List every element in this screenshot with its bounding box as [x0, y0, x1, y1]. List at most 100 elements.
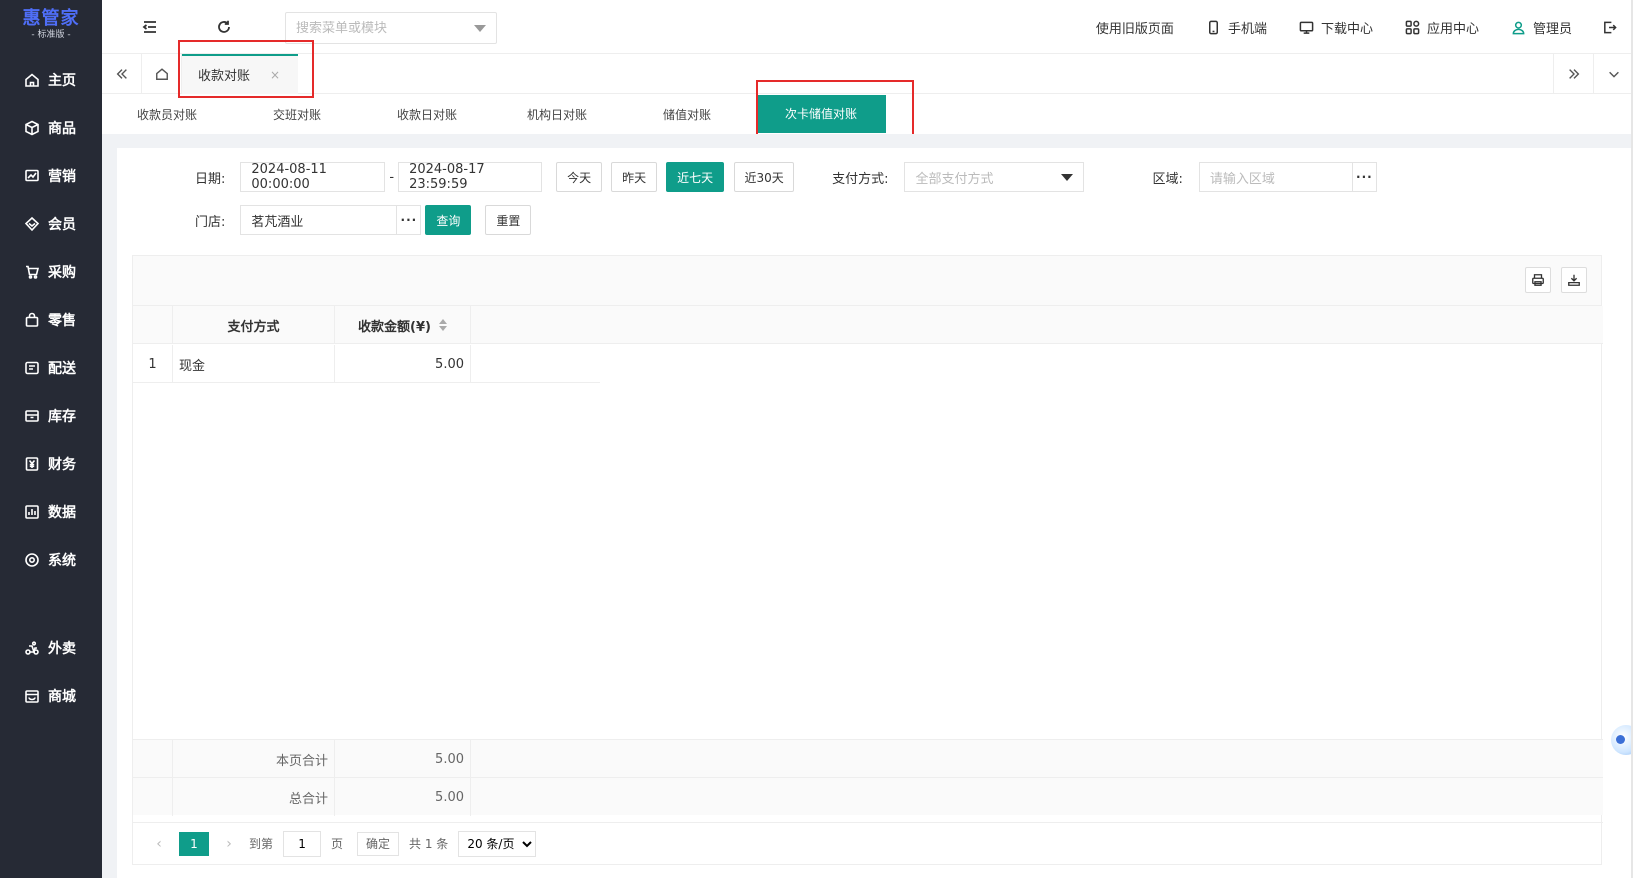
- tab-menu-button[interactable]: [1593, 54, 1633, 94]
- sidebar-item-goods[interactable]: 商品: [0, 104, 102, 152]
- yesterday-button[interactable]: 昨天: [611, 162, 658, 192]
- menu-search-input[interactable]: [296, 20, 466, 36]
- bag-icon: [25, 312, 39, 327]
- sidebar-item-finance[interactable]: 财务: [0, 440, 102, 488]
- home-tab-button[interactable]: [142, 53, 182, 94]
- app-center-link[interactable]: 应用中心: [1405, 18, 1479, 37]
- export-button[interactable]: [1561, 267, 1587, 293]
- last-7-days-button[interactable]: 近七天: [666, 162, 725, 192]
- header-amount[interactable]: 收款金额(¥): [335, 306, 471, 344]
- page-total-value: 5.00: [335, 740, 471, 778]
- table-row: 1 现金 5.00: [133, 345, 600, 383]
- double-chevron-left-icon: [116, 68, 127, 79]
- footer-index: [133, 740, 173, 778]
- refresh-icon: [218, 20, 230, 33]
- nav-spacer: [0, 584, 102, 624]
- app-logo[interactable]: 惠管家 - 标准版 -: [0, 0, 102, 50]
- store-input[interactable]: 茗芃酒业: [240, 205, 398, 235]
- logout-icon: [1604, 21, 1617, 33]
- region-picker-button[interactable]: ···: [1352, 162, 1377, 192]
- prev-page-button[interactable]: ‹: [147, 836, 171, 852]
- sidebar-item-mall[interactable]: 商城: [0, 672, 102, 720]
- sub-tabs: 收款员对账 交班对账 收款日对账 机构日对账 储值对账 次卡储值对账: [102, 94, 1633, 134]
- monitor-icon: [1299, 21, 1314, 34]
- payment-method-label: 支付方式:: [832, 171, 889, 187]
- today-button[interactable]: 今天: [556, 162, 603, 192]
- phone-icon: [1208, 20, 1218, 34]
- sidebar-item-marketing[interactable]: 营销: [0, 152, 102, 200]
- logout-button[interactable]: [1602, 20, 1617, 35]
- date-end-input[interactable]: 2024-08-17 23:59:59: [398, 162, 543, 192]
- date-label: 日期:: [195, 171, 226, 187]
- header-amount-label: 收款金额(¥): [358, 319, 431, 335]
- menu-search-select[interactable]: [285, 12, 497, 44]
- sidebar-item-data[interactable]: 数据: [0, 488, 102, 536]
- region-label: 区域:: [1152, 171, 1183, 187]
- sidebar-nav: 主页 商品 营销 会员 采购 零售 配送 库存 财务 数据 系统 外卖 商城: [0, 56, 102, 720]
- tab-daily-reconciliation[interactable]: 收款日对账: [362, 106, 492, 123]
- mobile-link[interactable]: 手机端: [1206, 18, 1267, 37]
- top-links: 使用旧版页面 手机端 下载中心 应用中心 管理员: [1064, 0, 1633, 54]
- sidebar-item-retail[interactable]: 零售: [0, 296, 102, 344]
- bar-chart-icon: [25, 505, 39, 519]
- query-button[interactable]: 查询: [425, 205, 472, 235]
- region-input[interactable]: 请输入区域: [1198, 162, 1353, 192]
- menu-toggle-button[interactable]: [140, 17, 160, 37]
- page-unit-label: 页: [331, 837, 344, 851]
- home-icon: [155, 67, 168, 80]
- sidebar-item-label: 系统: [48, 553, 76, 569]
- sidebar-item-member[interactable]: 会员: [0, 200, 102, 248]
- reset-button[interactable]: 重置: [485, 205, 532, 235]
- sidebar-item-label: 财务: [48, 457, 76, 473]
- grand-total-label: 总合计: [173, 778, 335, 816]
- sidebar-item-purchase[interactable]: 采购: [0, 248, 102, 296]
- sidebar-item-takeout[interactable]: 外卖: [0, 624, 102, 672]
- sort-icon[interactable]: [438, 319, 447, 331]
- sidebar-item-system[interactable]: 系统: [0, 536, 102, 584]
- payment-method-value: 全部支付方式: [915, 171, 994, 187]
- tab-card-stored-value-reconciliation[interactable]: 次卡储值对账: [756, 95, 886, 133]
- settings-icon: [25, 553, 39, 567]
- next-page-button[interactable]: ›: [217, 836, 241, 852]
- scroll-tabs-right-button[interactable]: [1553, 54, 1593, 94]
- page-size-select[interactable]: 20 条/页: [458, 830, 537, 857]
- date-start-input[interactable]: 2024-08-11 00:00:00: [240, 162, 386, 192]
- refresh-button[interactable]: [214, 17, 234, 37]
- grand-total-value: 5.00: [335, 778, 471, 816]
- goto-page-input[interactable]: [283, 830, 322, 857]
- tab-stored-value-reconciliation[interactable]: 储值对账: [622, 106, 752, 123]
- tab-cashier-reconciliation[interactable]: 收款员对账: [102, 106, 232, 123]
- old-version-link[interactable]: 使用旧版页面: [1096, 18, 1174, 37]
- print-button[interactable]: [1525, 267, 1551, 293]
- tab-org-daily-reconciliation[interactable]: 机构日对账: [492, 106, 622, 123]
- tab-label: 收款对账: [198, 69, 251, 84]
- top-bar: 使用旧版页面 手机端 下载中心 应用中心 管理员: [102, 0, 1633, 54]
- close-icon[interactable]: ×: [270, 68, 280, 82]
- old-version-label: 使用旧版页面: [1095, 21, 1174, 37]
- row-amount: 5.00: [335, 345, 471, 383]
- cart-icon: [26, 265, 40, 279]
- payment-method-select[interactable]: 全部支付方式: [904, 162, 1085, 192]
- tab-shift-reconciliation[interactable]: 交班对账: [232, 106, 362, 123]
- header-payment-method: 支付方式: [173, 306, 335, 344]
- sidebar-item-home[interactable]: 主页: [0, 56, 102, 104]
- footer-index: [133, 778, 173, 816]
- sidebar-item-distribution[interactable]: 配送: [0, 344, 102, 392]
- scroll-tabs-left-button[interactable]: [102, 53, 142, 94]
- chevron-down-icon: [1061, 173, 1074, 181]
- user-menu[interactable]: 管理员: [1511, 18, 1572, 37]
- store-picker-button[interactable]: ···: [397, 205, 422, 235]
- filter-row-store: 门店: 茗芃酒业 ··· 查询 重置: [195, 205, 532, 235]
- user-icon: [1512, 21, 1525, 34]
- page-number-current[interactable]: 1: [179, 831, 209, 856]
- row-index: 1: [133, 345, 173, 383]
- sidebar-item-inventory[interactable]: 库存: [0, 392, 102, 440]
- filter-row-date: 日期: 2024-08-11 00:00:00 - 2024-08-17 23:…: [195, 162, 1377, 192]
- download-center-link[interactable]: 下载中心: [1299, 18, 1373, 37]
- last-30-days-button[interactable]: 近30天: [734, 162, 795, 192]
- sidebar-item-label: 数据: [48, 505, 76, 521]
- menu-fold-icon: [142, 21, 156, 33]
- assistant-float-icon[interactable]: [1611, 725, 1633, 755]
- tab-payment-reconciliation[interactable]: 收款对账 ×: [182, 53, 299, 94]
- goto-confirm-button[interactable]: 确定: [357, 831, 400, 856]
